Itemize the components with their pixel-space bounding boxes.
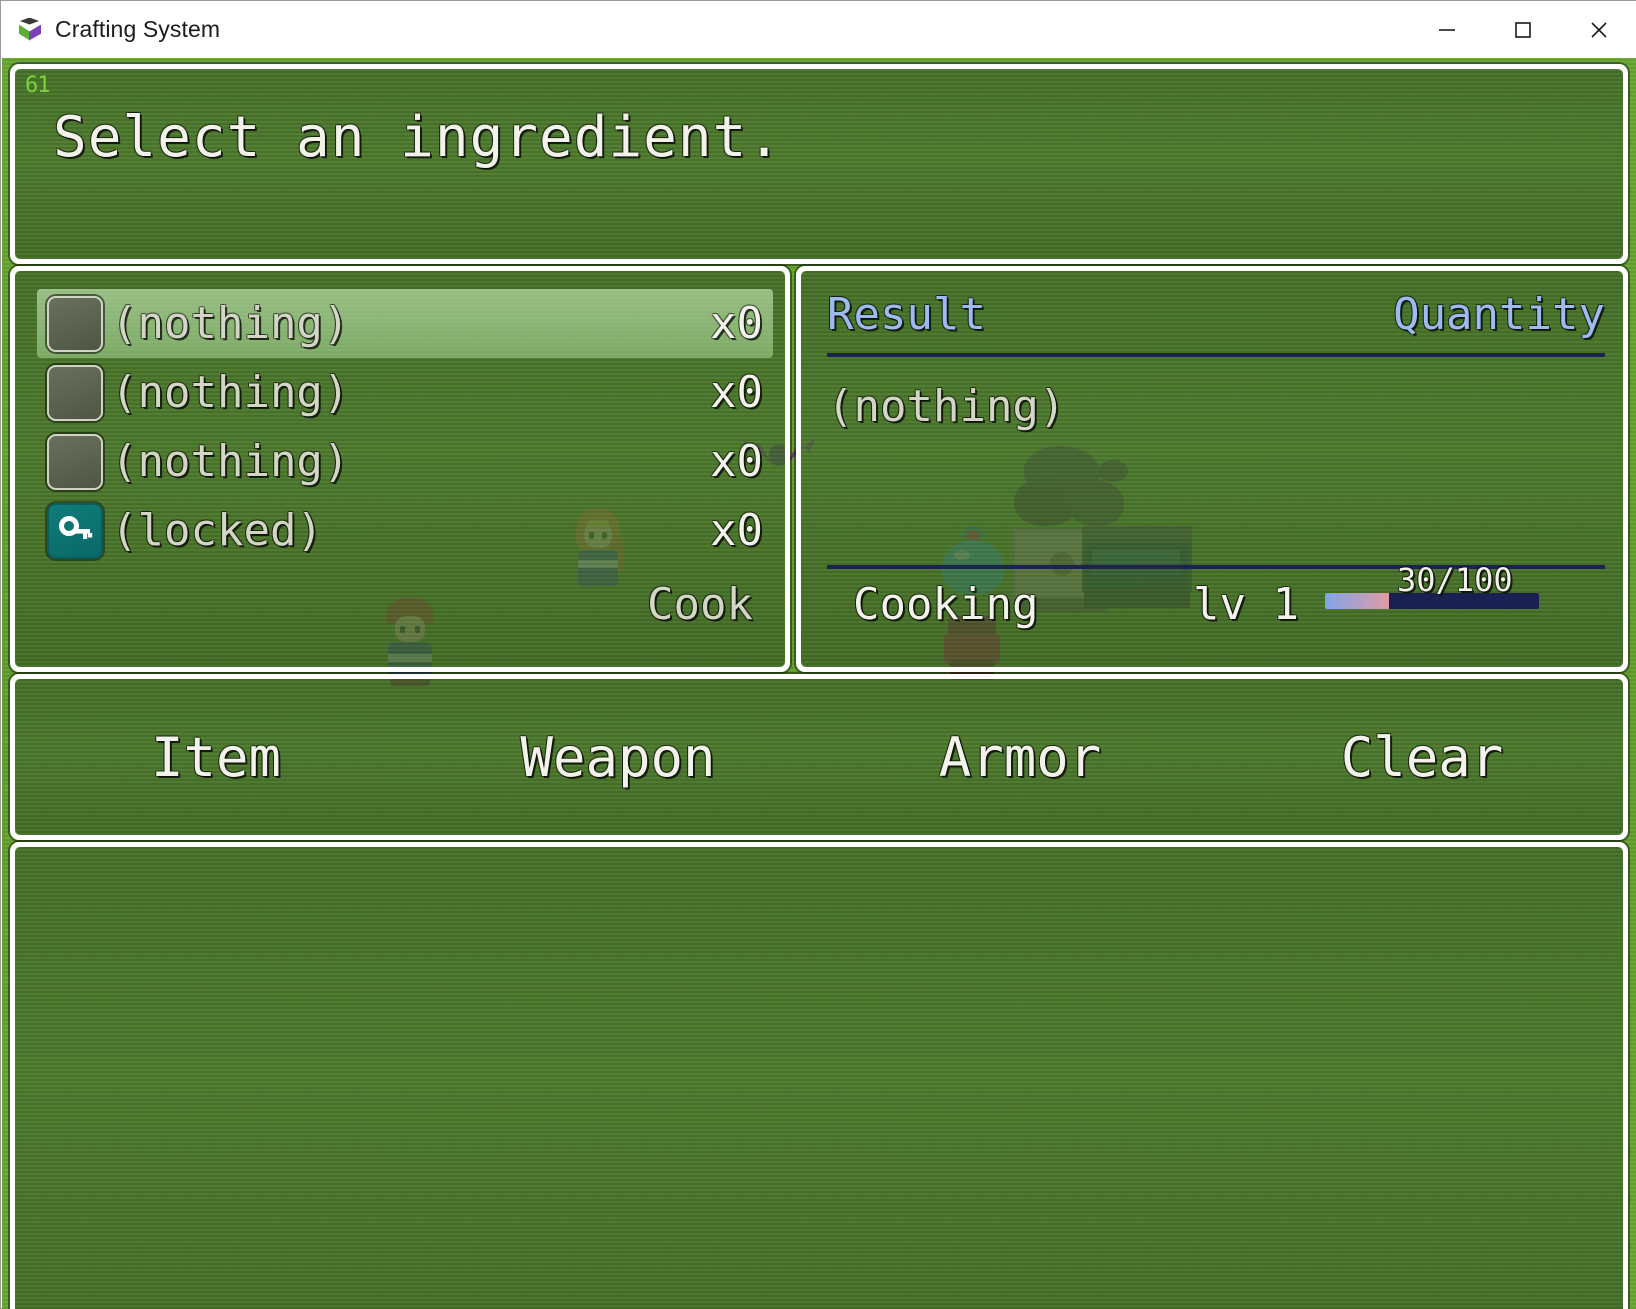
skill-name: Cooking [853,579,1039,630]
ingredient-window: (nothing) x0 (nothing) x0 (nothing) x0 (… [10,266,790,672]
empty-slot-icon [47,364,103,421]
result-item-name: (nothing) [827,381,1066,432]
ingredient-quantity: x0 [710,436,763,487]
quantity-column-label: Quantity [1393,289,1605,340]
title-bar: Crafting System [1,1,1636,59]
maximize-button[interactable] [1485,1,1561,58]
category-command-window: Item Weapon Armor Clear [10,674,1628,840]
command-label: Clear [1340,725,1504,789]
close-button[interactable] [1561,1,1636,58]
ingredient-name: (nothing) [111,436,350,487]
ingredient-row-1[interactable]: (nothing) x0 [37,289,773,358]
window-title: Crafting System [55,16,221,42]
command-row: Item Weapon Armor Clear [15,679,1623,835]
ingredient-row-3[interactable]: (nothing) x0 [37,427,773,496]
command-label: Weapon [520,725,716,789]
crafting-cube-icon [17,17,43,43]
empty-slot-icon [47,433,103,490]
command-label: Item [150,725,282,789]
result-divider [827,353,1605,357]
close-icon [1591,21,1607,38]
result-window: Result Quantity (nothing) Cooking lv 1 3… [796,266,1628,672]
ingredient-name: (nothing) [111,298,350,349]
ingredient-name: (locked) [111,505,323,556]
item-list-window[interactable] [10,842,1628,1309]
ingredient-quantity: x0 [710,505,763,556]
command-weapon[interactable]: Weapon [417,679,819,835]
ingredient-list: (nothing) x0 (nothing) x0 (nothing) x0 (… [37,289,773,565]
skill-level: lv 1 [1193,579,1299,630]
window-controls [1409,1,1636,58]
minimize-icon [1439,28,1455,31]
game-viewport: 61 Select an ingredient. (nothing) x0 (n… [2,58,1636,1309]
ingredient-name: (nothing) [111,367,350,418]
skill-exp-gauge-fill [1325,593,1390,609]
ingredient-row-2[interactable]: (nothing) x0 [37,358,773,427]
message-window: 61 Select an ingredient. [10,64,1628,264]
result-header: Result Quantity [827,289,1605,340]
ingredient-quantity: x0 [710,367,763,418]
cook-button[interactable]: Cook [647,579,753,630]
key-icon [47,502,103,559]
maximize-icon [1515,21,1531,38]
corner-artifact: 61 [25,73,50,98]
ingredient-quantity: x0 [710,298,763,349]
message-text: Select an ingredient. [53,105,783,170]
empty-slot-icon [47,295,103,352]
command-clear[interactable]: Clear [1221,679,1623,835]
ingredient-row-4-locked[interactable]: (locked) x0 [37,496,773,565]
application-window: Crafting System 61 Select an ingredient.… [0,0,1636,1309]
result-column-label: Result [827,289,986,340]
command-armor[interactable]: Armor [819,679,1221,835]
command-label: Armor [938,725,1102,789]
minimize-button[interactable] [1409,1,1485,58]
skill-exp-text: 30/100 [1397,561,1513,599]
command-item[interactable]: Item [15,679,417,835]
